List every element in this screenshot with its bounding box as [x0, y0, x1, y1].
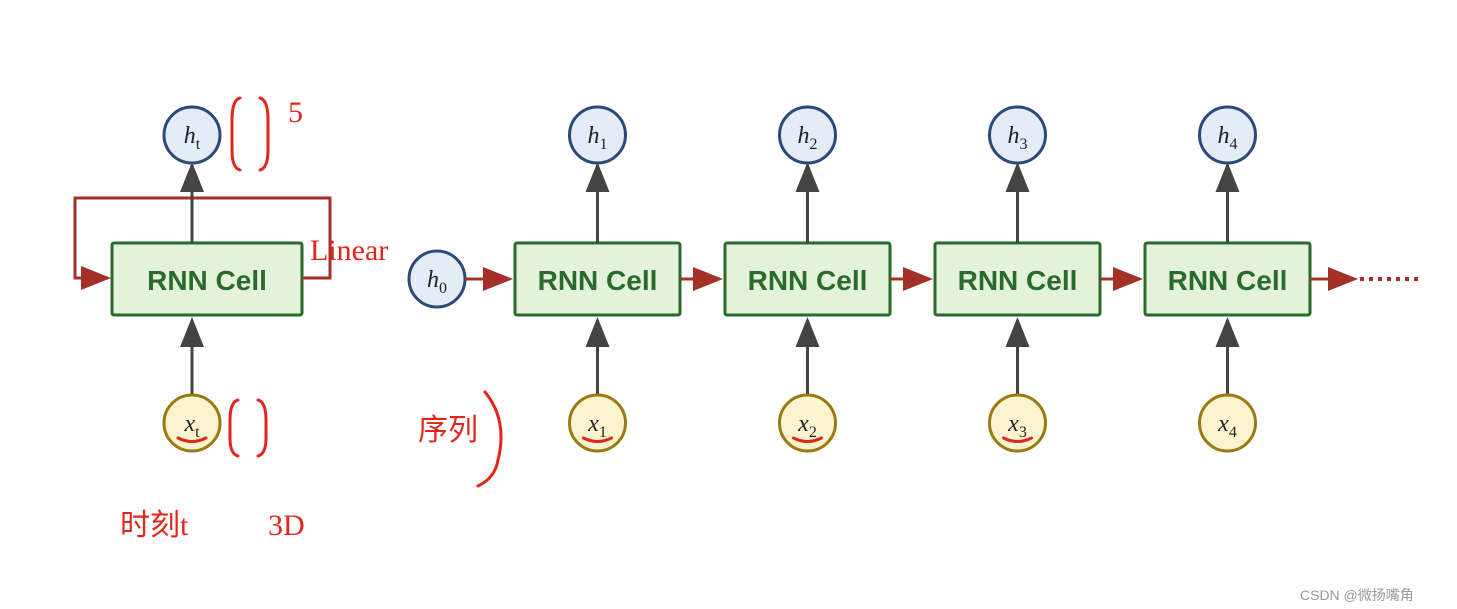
anno-linear: Linear [310, 234, 388, 267]
anno-seq: 序列 [418, 414, 478, 447]
rnn-cell-3-label: RNN Cell [958, 265, 1078, 296]
rnn-cell-2-label: RNN Cell [748, 265, 868, 296]
rnn-diagram: RNN Cell ht xt 5 Linear 时刻t 3D 序列 h0 RNN… [0, 0, 1457, 609]
anno-five: 5 [288, 96, 303, 129]
compact-cell-group: RNN Cell ht xt [75, 107, 330, 451]
anno-seq-paren [478, 392, 501, 486]
annotations-compact: 5 Linear 时刻t 3D 序列 [120, 96, 501, 542]
rnn-cell-4-label: RNN Cell [1168, 265, 1288, 296]
anno-3d: 3D [268, 509, 305, 542]
rnn-cell-1-label: RNN Cell [538, 265, 658, 296]
rnn-cell-compact-label: RNN Cell [147, 265, 267, 296]
bracket-left-top [232, 98, 240, 170]
bracket-right-top [260, 98, 268, 170]
anno-time: 时刻t [120, 509, 189, 542]
bracket-left-x [230, 400, 238, 456]
watermark: CSDN @微扬嘴角 [1300, 587, 1414, 603]
unrolled-group: RNN Cellh1x1RNN Cellh2x2RNN Cellh3x3RNN … [515, 107, 1355, 451]
h0-group: h0 [409, 251, 510, 307]
bracket-right-x [258, 400, 266, 456]
